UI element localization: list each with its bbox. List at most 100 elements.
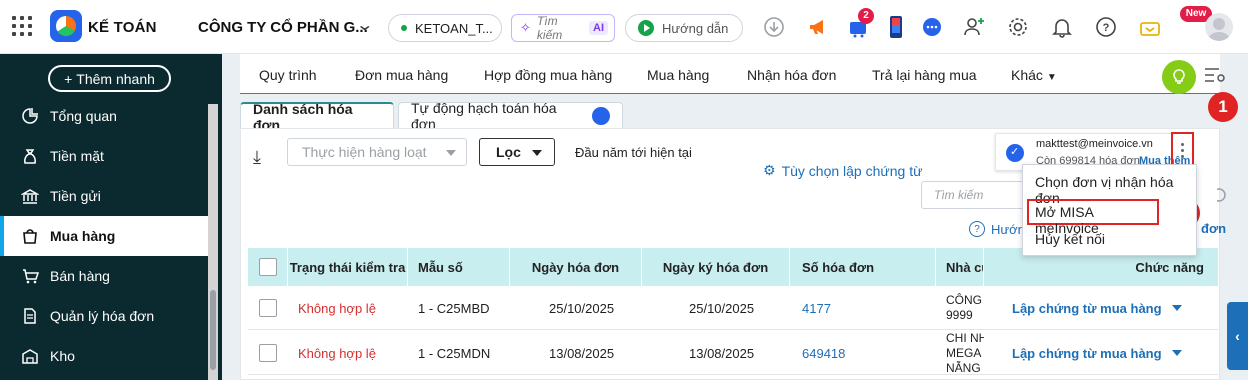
- dashboard-icon: [20, 106, 40, 126]
- form-number-cell: 1 - C25MBD: [418, 300, 490, 316]
- warehouse-icon: [20, 346, 40, 366]
- gear-icon[interactable]: [1006, 15, 1030, 39]
- caret-down-icon[interactable]: [1171, 305, 1182, 311]
- app-name: KẾ TOÁN: [88, 19, 157, 36]
- app-grid-icon[interactable]: [12, 16, 32, 36]
- chat-icon[interactable]: [920, 15, 944, 39]
- sidebar-item-invoice-management[interactable]: Quản lý hóa đơn: [0, 296, 208, 336]
- row-checkbox[interactable]: [259, 299, 277, 317]
- batch-action-label: Thực hiện hàng loạt: [302, 144, 427, 160]
- menu-more-label: Khác: [1011, 67, 1043, 83]
- cart-icon: [20, 266, 40, 286]
- menu-item-open-meinvoice[interactable]: Mở MISA meInvoice: [1027, 199, 1159, 236]
- sidebar-item-sales[interactable]: Bán hàng: [0, 256, 208, 296]
- avatar[interactable]: [1205, 13, 1233, 41]
- sidebar-scrollbar[interactable]: [208, 104, 218, 380]
- select-all-checkbox[interactable]: [258, 258, 277, 276]
- gear-icon[interactable]: [1212, 181, 1229, 209]
- megaphone-icon[interactable]: [806, 15, 830, 39]
- phone-icon[interactable]: [884, 15, 908, 39]
- download-icon[interactable]: [762, 15, 786, 39]
- sign-date-cell: 25/10/2025: [689, 300, 755, 316]
- table-row[interactable]: Không hợp lệ 1 - C25MDN 13/08/2025 13/08…: [248, 331, 1218, 375]
- search-input[interactable]: Tìm kiếm: [921, 181, 1025, 209]
- voucher-options-link[interactable]: ⚙ Tùy chọn lập chứng từ: [763, 162, 923, 179]
- bell-icon[interactable]: [1050, 15, 1074, 39]
- invoice-number-link[interactable]: 649418: [802, 331, 845, 375]
- vendor-cell: CÔNG 9999: [946, 286, 984, 330]
- plus-icon: +: [64, 70, 73, 87]
- company-selector[interactable]: CÔNG TY CỔ PHẦN G...: [198, 19, 368, 36]
- sidebar-item-warehouse[interactable]: Kho: [0, 336, 208, 376]
- create-voucher-action[interactable]: Lập chứng từ mua hàng: [1012, 286, 1182, 330]
- sidebar-item-label: Tổng quan: [50, 108, 117, 124]
- chevron-down-icon[interactable]: ⌄: [355, 15, 374, 35]
- guide-link-tail[interactable]: đơn: [1201, 221, 1226, 236]
- vendor-line: MEGA: [946, 345, 982, 360]
- menu-purchasing[interactable]: Mua hàng: [647, 67, 709, 83]
- caret-down-icon: [532, 150, 542, 156]
- col-invoice-number[interactable]: Số hóa đơn: [790, 248, 936, 286]
- panel-collapse-button[interactable]: ‹: [1227, 302, 1248, 370]
- create-voucher-action[interactable]: Lập chứng từ mua hàng: [1012, 331, 1182, 375]
- module-menu-bar: Quy trình Đơn mua hàng Hợp đồng mua hàng…: [240, 54, 1220, 94]
- filter-settings-icon[interactable]: [1204, 66, 1226, 84]
- scrollbar-thumb[interactable]: [210, 290, 216, 370]
- database-name: KETOAN_T...: [415, 20, 493, 36]
- col-sign-date[interactable]: Ngày ký hóa đơn: [642, 248, 790, 286]
- menu-purchase-orders[interactable]: Đơn mua hàng: [355, 67, 448, 83]
- app-logo: [50, 10, 82, 42]
- sidebar-item-label: Bán hàng: [50, 268, 110, 284]
- filter-button[interactable]: Lọc: [479, 138, 555, 166]
- sidebar-item-label: Kho: [50, 348, 75, 364]
- sidebar-item-overview[interactable]: Tổng quan: [0, 96, 208, 136]
- sidebar-item-label: Tiền mặt: [50, 148, 104, 164]
- guide-link[interactable]: ? Hướn: [969, 221, 1025, 237]
- row-checkbox[interactable]: [259, 344, 277, 362]
- cart-count-badge: 2: [858, 8, 874, 24]
- menu-purchase-contracts[interactable]: Hợp đồng mua hàng: [484, 67, 612, 83]
- col-invoice-date[interactable]: Ngày hóa đơn: [510, 248, 642, 286]
- lightbulb-icon[interactable]: [1162, 60, 1196, 94]
- menu-more[interactable]: Khác ▼: [1011, 67, 1057, 83]
- caret-down-icon[interactable]: [1171, 350, 1182, 356]
- status-cell: Không hợp lệ: [298, 300, 376, 316]
- sidebar-item-label: Quản lý hóa đơn: [50, 308, 155, 324]
- sidebar-item-label: Tiền gửi: [50, 188, 101, 204]
- sidebar-item-cash[interactable]: Tiền mặt: [0, 136, 208, 176]
- collapse-arrow-icon[interactable]: ⤓: [253, 147, 261, 168]
- create-voucher-label: Lập chứng từ mua hàng: [1012, 345, 1162, 361]
- invoice-number-link[interactable]: 4177: [802, 286, 831, 330]
- help-icon[interactable]: ?: [1094, 15, 1118, 39]
- robot-icon: [592, 107, 610, 125]
- guide-button[interactable]: Hướng dẫn: [625, 14, 743, 42]
- ai-search-placeholder: Tìm kiếm: [536, 14, 563, 42]
- menu-process[interactable]: Quy trình: [259, 67, 317, 83]
- guide-label: Hướng dẫn: [662, 20, 729, 36]
- tab-auto-accounting[interactable]: Tự động hạch toán hóa đơn: [398, 100, 623, 132]
- menu-receive-invoices[interactable]: Nhận hóa đơn: [747, 67, 836, 83]
- menu-item-disconnect[interactable]: Hủy kết nối: [1035, 231, 1105, 247]
- col-vendor[interactable]: Nhà cu: [936, 248, 984, 286]
- invoice-icon: [20, 306, 40, 326]
- database-selector[interactable]: KETOAN_T...: [388, 14, 502, 42]
- sidebar: + Thêm nhanh Tổng quan Tiền mặt Tiền gửi…: [0, 54, 222, 380]
- batch-action-dropdown[interactable]: Thực hiện hàng loạt: [287, 138, 467, 166]
- col-form-number[interactable]: Mẫu số: [408, 248, 510, 286]
- menu-purchase-returns[interactable]: Trả lại hàng mua: [872, 67, 977, 83]
- form-number-cell: 1 - C25MDN: [418, 345, 491, 361]
- main-area: Quy trình Đơn mua hàng Hợp đồng mua hàng…: [222, 54, 1248, 380]
- help-icon: ?: [969, 221, 985, 237]
- sign-date-cell: 13/08/2025: [689, 345, 755, 361]
- quick-add-button[interactable]: + Thêm nhanh: [48, 65, 171, 92]
- sidebar-item-purchasing[interactable]: Mua hàng: [0, 216, 208, 256]
- add-user-icon[interactable]: [962, 15, 986, 39]
- table-row[interactable]: Không hợp lệ 1 - C25MBD 25/10/2025 25/10…: [248, 286, 1218, 330]
- col-check-status[interactable]: Trạng thái kiểm tra: [288, 248, 408, 286]
- tab-invoice-list[interactable]: Danh sách hóa đơn: [240, 101, 394, 133]
- callout-number-1: 1: [1208, 92, 1238, 122]
- sidebar-item-deposits[interactable]: Tiền gửi: [0, 176, 208, 216]
- ai-search-box[interactable]: ✧ Tìm kiếm AI: [511, 14, 615, 42]
- play-icon: [638, 20, 654, 36]
- mailbox-icon[interactable]: [1138, 15, 1162, 39]
